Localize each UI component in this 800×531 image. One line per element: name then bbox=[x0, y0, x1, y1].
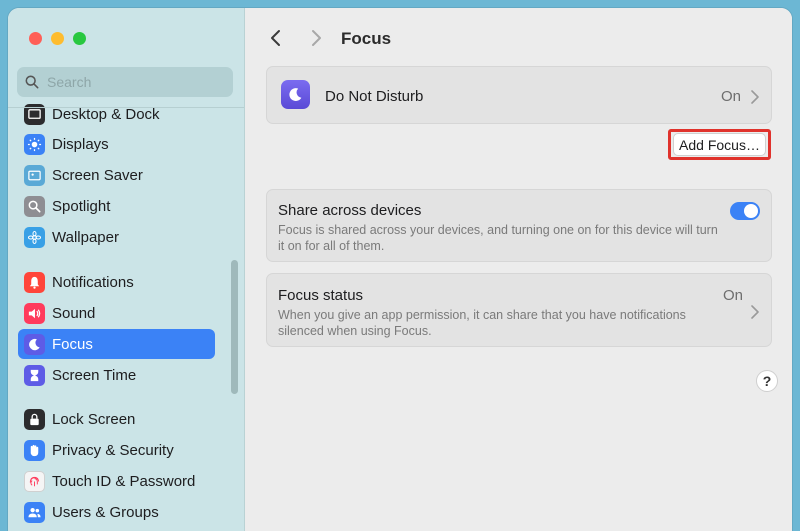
focus-status-row[interactable]: Focus status When you give an app permis… bbox=[266, 273, 772, 347]
sidebar-item-label: Desktop & Dock bbox=[52, 105, 160, 123]
forward-button[interactable] bbox=[306, 28, 326, 48]
focus-moon-icon bbox=[24, 333, 45, 355]
sidebar-item-touch-id-password[interactable]: Touch ID & Password bbox=[18, 466, 215, 496]
sidebar-item-privacy-security[interactable]: Privacy & Security bbox=[18, 435, 215, 465]
sidebar-item-label: Touch ID & Password bbox=[52, 472, 196, 490]
chevron-right-icon bbox=[751, 305, 759, 319]
chevron-left-icon bbox=[271, 30, 280, 46]
dnd-label: Do Not Disturb bbox=[325, 88, 424, 105]
minimize-window-button[interactable] bbox=[51, 32, 64, 45]
screen-saver-icon bbox=[24, 164, 45, 186]
share-description: Focus is shared across your devices, and… bbox=[278, 223, 718, 253]
sidebar-item-spotlight[interactable]: Spotlight bbox=[18, 191, 215, 221]
displays-icon bbox=[24, 133, 45, 155]
search-input[interactable] bbox=[47, 74, 217, 90]
sidebar-item-label: Users & Groups bbox=[52, 503, 159, 521]
sidebar-item-label: Displays bbox=[52, 135, 109, 153]
privacy-hand-icon bbox=[24, 439, 45, 461]
sidebar-item-notifications[interactable]: Notifications bbox=[18, 267, 215, 297]
zoom-window-button[interactable] bbox=[73, 32, 86, 45]
sidebar-item-screen-time[interactable]: Screen Time bbox=[18, 360, 215, 390]
sidebar-scrollbar[interactable] bbox=[231, 260, 238, 394]
lock-screen-icon bbox=[24, 408, 45, 430]
sidebar-item-screen-saver[interactable]: Screen Saver bbox=[18, 160, 215, 190]
share-title: Share across devices bbox=[278, 202, 422, 219]
spotlight-icon bbox=[24, 195, 45, 217]
settings-window: Desktop & Dock Displays Screen Saver Spo… bbox=[8, 8, 792, 531]
focus-status-description: When you give an app permission, it can … bbox=[278, 308, 686, 338]
notifications-icon bbox=[24, 271, 45, 293]
focus-status-value: On bbox=[722, 287, 743, 304]
toggle-knob bbox=[744, 204, 758, 218]
dnd-status: On bbox=[720, 88, 741, 105]
search-box[interactable] bbox=[17, 67, 233, 97]
screen-time-icon bbox=[24, 364, 45, 386]
sidebar-item-label: Sound bbox=[52, 304, 96, 322]
chevron-right-icon bbox=[751, 90, 759, 104]
chevron-right-icon bbox=[312, 30, 321, 46]
do-not-disturb-row[interactable]: Do Not Disturb On bbox=[266, 66, 772, 124]
sidebar-item-users-groups[interactable]: Users & Groups bbox=[18, 497, 215, 527]
focus-status-title: Focus status bbox=[278, 287, 364, 304]
sidebar-item-label: Screen Saver bbox=[52, 166, 143, 184]
users-groups-icon bbox=[24, 501, 45, 523]
sidebar-divider bbox=[8, 107, 244, 108]
share-toggle[interactable] bbox=[730, 202, 760, 220]
sidebar-item-label: Privacy & Security bbox=[52, 441, 174, 459]
window-controls bbox=[29, 32, 86, 45]
sidebar-item-focus[interactable]: Focus bbox=[18, 329, 215, 359]
sidebar-item-displays[interactable]: Displays bbox=[18, 129, 215, 159]
sidebar-item-lock-screen[interactable]: Lock Screen bbox=[18, 404, 215, 434]
search-icon bbox=[25, 75, 39, 89]
sidebar-item-label: Notifications bbox=[52, 273, 134, 291]
sidebar-item-label: Spotlight bbox=[52, 197, 111, 215]
add-focus-button[interactable]: Add Focus… bbox=[673, 133, 766, 156]
sidebar-item-label: Screen Time bbox=[52, 366, 137, 384]
sidebar-item-label: Wallpaper bbox=[52, 228, 119, 246]
wallpaper-icon bbox=[24, 226, 45, 248]
sidebar-item-label: Focus bbox=[52, 335, 93, 353]
help-button[interactable]: ? bbox=[756, 370, 778, 392]
main-content: Focus Do Not Disturb On Add Focus… Share… bbox=[245, 8, 792, 531]
sidebar-list: Desktop & Dock Displays Screen Saver Spo… bbox=[8, 103, 245, 531]
sidebar: Desktop & Dock Displays Screen Saver Spo… bbox=[8, 8, 245, 531]
sound-icon bbox=[24, 302, 45, 324]
close-window-button[interactable] bbox=[29, 32, 42, 45]
moon-icon bbox=[281, 80, 310, 109]
sidebar-item-wallpaper[interactable]: Wallpaper bbox=[18, 222, 215, 252]
back-button[interactable] bbox=[266, 28, 286, 48]
share-across-devices-row: Share across devices Focus is shared acr… bbox=[266, 189, 772, 262]
page-title: Focus bbox=[341, 29, 392, 48]
touch-id-icon bbox=[24, 470, 45, 492]
sidebar-item-label: Lock Screen bbox=[52, 410, 136, 428]
sidebar-item-sound[interactable]: Sound bbox=[18, 298, 215, 328]
